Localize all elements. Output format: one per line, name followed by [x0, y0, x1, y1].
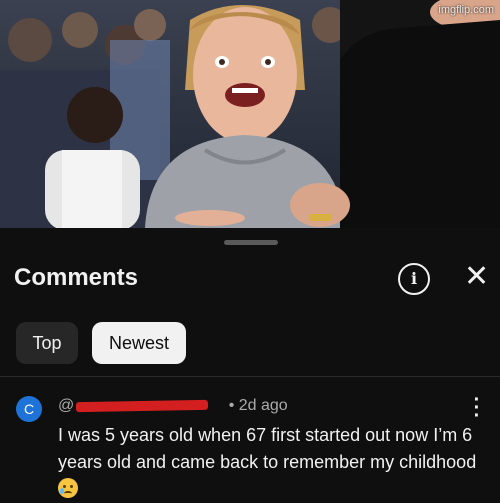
comment-timestamp: • 2d ago: [228, 397, 288, 414]
comments-title: Comments: [14, 264, 139, 291]
redaction-mark: [75, 399, 209, 413]
comment-meta: @ • 2d ago: [58, 397, 288, 415]
video-thumbnail: imgflip.com: [0, 0, 500, 228]
crowd-photo: [0, 0, 500, 228]
close-icon[interactable]: ✕: [464, 262, 489, 292]
avatar[interactable]: C: [16, 396, 42, 422]
comments-sheet: Comments i ✕ Top Newest C @ • 2d ago · · ·…: [0, 228, 500, 500]
divider: [0, 376, 500, 377]
crying-face-icon: [58, 478, 78, 498]
sort-chip-newest[interactable]: Newest: [92, 322, 186, 364]
comment-body: I was 5 years old when 67 first started …: [58, 425, 477, 472]
sort-chip-top[interactable]: Top: [16, 322, 78, 364]
more-options-icon[interactable]: · · ·: [470, 390, 484, 426]
watermark: imgflip.com: [438, 4, 494, 16]
comment-author-handle[interactable]: @: [58, 397, 224, 415]
drag-handle[interactable]: [224, 240, 278, 245]
comment-text: I was 5 years old when 67 first started …: [58, 422, 488, 503]
info-icon[interactable]: i: [398, 263, 430, 295]
